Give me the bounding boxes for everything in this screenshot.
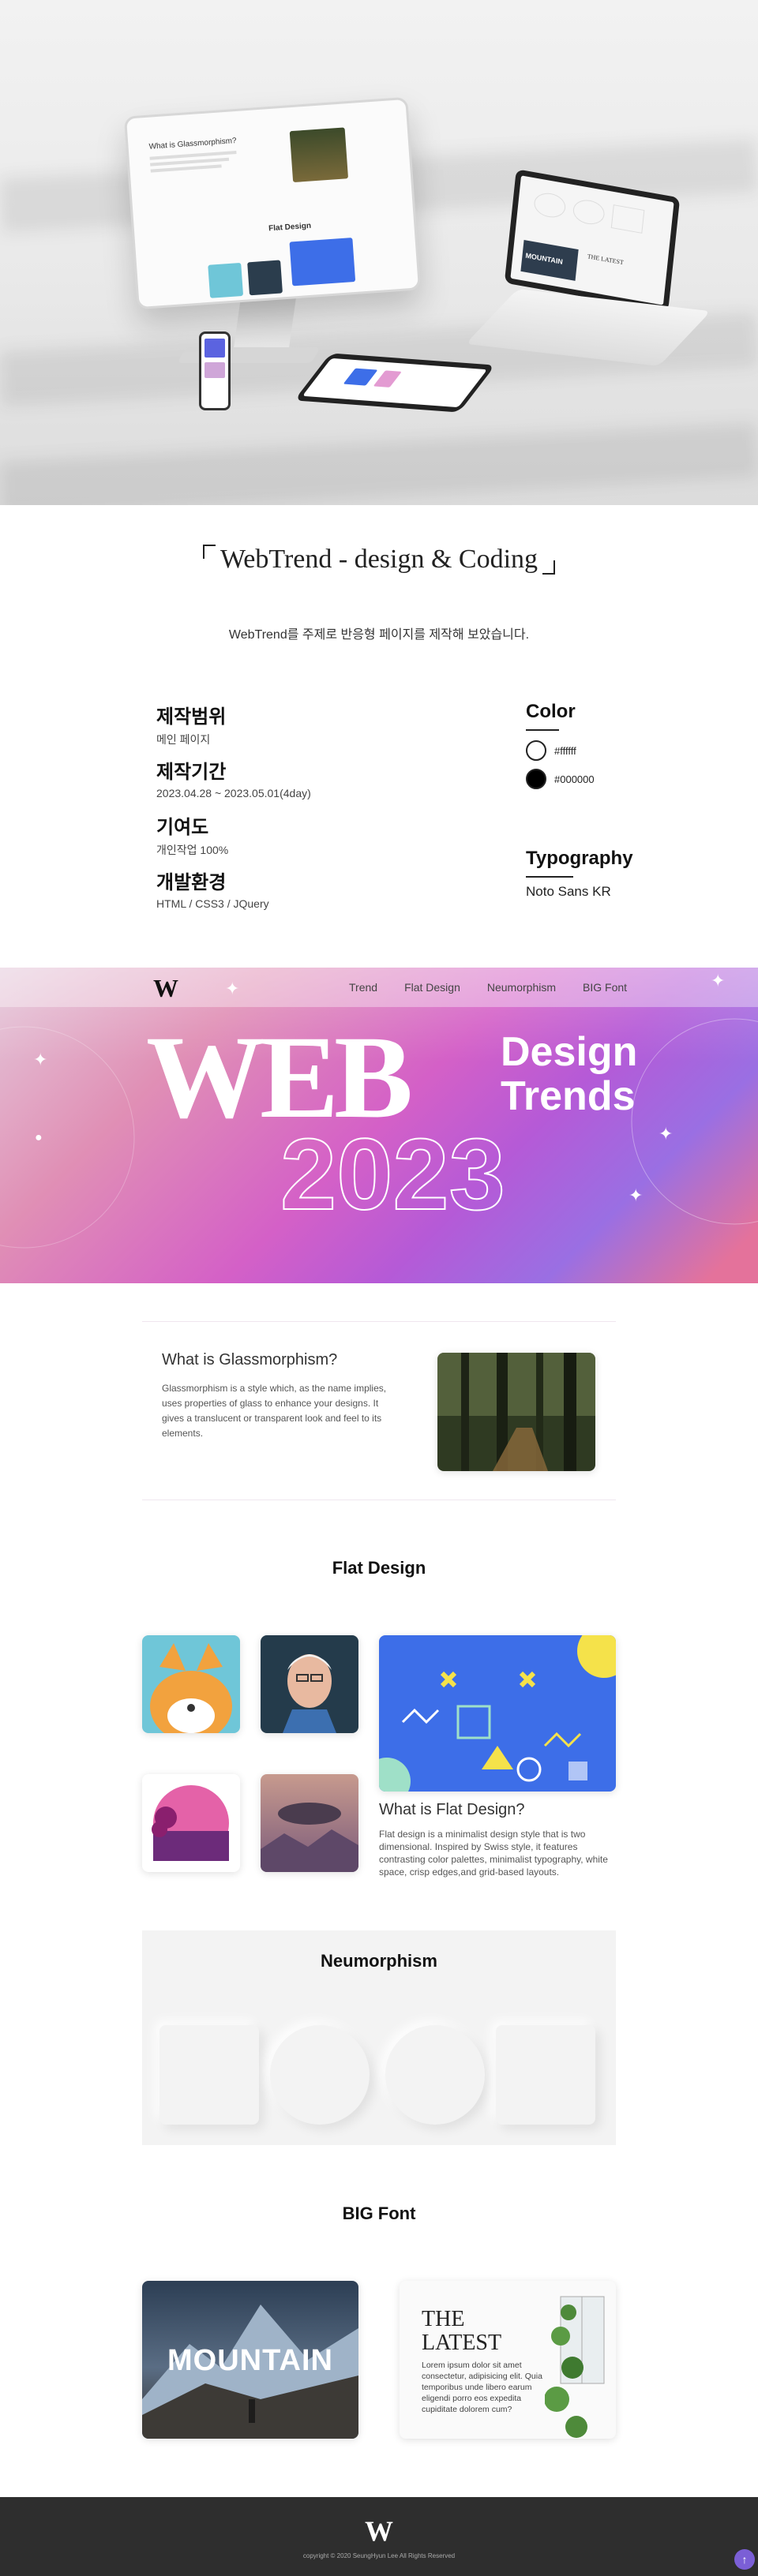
project-title: WebTrend - design & Coding <box>0 545 758 575</box>
footer-logo[interactable]: W <box>0 2514 758 2548</box>
info-env: 개발환경 HTML / CSS3 / JQuery <box>156 867 269 910</box>
sparkle-icon: ✦ <box>225 979 240 998</box>
monitor-mockup: What is Glassmorphism? Flat Design <box>123 96 422 310</box>
contribution-label: 기여도 <box>156 817 209 838</box>
swatch-black: #000000 <box>526 769 595 789</box>
geometric-pattern-image <box>379 1635 616 1792</box>
mountain-text: MOUNTAIN <box>167 2344 333 2377</box>
sparkle-icon: ✦ <box>629 1185 644 1205</box>
hero-design-trends: Design Trends <box>501 1030 637 1118</box>
flat-section-title: Flat Design <box>332 1558 426 1578</box>
hero-trends-word: Trends <box>501 1073 636 1119</box>
phone-mockup <box>199 331 231 410</box>
nav-link-neumorphism[interactable]: Neumorphism <box>487 981 556 994</box>
info-contribution: 기여도 개인작업 100% <box>156 811 228 858</box>
info-scope: 제작범위 메인 페이지 <box>156 701 226 747</box>
site-logo[interactable]: W <box>153 974 178 1003</box>
sparkle-icon: ✦ <box>711 971 726 990</box>
neumorphism-section-title: Neumorphism <box>321 1951 437 1971</box>
color-info: Color #ffffff #000000 <box>526 701 595 789</box>
project-subtitle: WebTrend를 주제로 반응형 페이지를 제작해 보았습니다. <box>228 628 530 642</box>
typography-value: Noto Sans KR <box>526 884 611 899</box>
latest-card: THE LATEST Lorem ipsum dolor sit amet co… <box>400 2281 616 2439</box>
neu-circle-card[interactable] <box>385 2025 485 2125</box>
site-navbar: W Trend Flat Design Neumorphism BIG Font <box>0 968 758 1007</box>
typography-label: Typography <box>526 848 633 869</box>
ivy-window-image <box>545 2296 605 2438</box>
laptop-mountain-text: MOUNTAIN <box>520 239 579 281</box>
sparkle-icon: ✦ <box>33 1050 48 1069</box>
nav-menu: Trend Flat Design Neumorphism BIG Font <box>322 981 627 994</box>
monitor-stand <box>232 296 297 355</box>
monitor-heading: What is Glassmorphism? <box>148 136 237 152</box>
contribution-value: 개인작업 100% <box>156 844 229 856</box>
latest-body: Lorem ipsum dolor sit amet consectetur, … <box>422 2361 542 2414</box>
neu-square-card[interactable] <box>159 2025 259 2125</box>
glass-body: Glassmorphism is a style which, as the n… <box>162 1383 387 1439</box>
color-label: Color <box>526 701 576 722</box>
swatch-white: #ffffff <box>526 740 595 761</box>
laptop-latest-text: THE LATEST <box>587 253 625 267</box>
period-label: 제작기간 <box>156 762 227 783</box>
scroll-top-button[interactable]: ↑ <box>734 2549 755 2570</box>
monitor-section-title: Flat Design <box>268 221 312 234</box>
hero-design-word: Design <box>501 1029 638 1075</box>
typography-info: Typography Noto Sans KR <box>526 848 633 900</box>
bigfont-section-title: BIG Font <box>342 2203 416 2223</box>
sparkle-icon: ✦ <box>659 1124 674 1144</box>
neu-square-card[interactable] <box>496 2025 595 2125</box>
forest-image <box>437 1353 595 1471</box>
airship-image <box>261 1774 358 1872</box>
env-value: HTML / CSS3 / JQuery <box>156 897 269 910</box>
hero-year: 2023 <box>280 1118 506 1231</box>
sparkle-icon: ● <box>35 1131 43 1144</box>
old-man-image <box>261 1635 358 1733</box>
neu-circle-card[interactable] <box>270 2025 370 2125</box>
sunset-trees-image <box>142 1774 240 1872</box>
scope-label: 제작범위 <box>156 706 227 728</box>
site-footer: W copyright © 2020 SeungHyun Lee All Rig… <box>0 2497 758 2576</box>
info-period: 제작기간 2023.04.28 ~ 2023.05.01(4day) <box>156 756 311 799</box>
flat-body: Flat design is a minimalist design style… <box>379 1829 608 1878</box>
nav-link-flat-design[interactable]: Flat Design <box>404 981 460 994</box>
black-swatch-icon <box>526 769 546 789</box>
env-label: 개발환경 <box>156 872 227 893</box>
corgi-image <box>142 1635 240 1733</box>
device-mockup-hero: What is Glassmorphism? Flat Design MOUNT… <box>0 0 758 505</box>
period-value: 2023.04.28 ~ 2023.05.01(4day) <box>156 787 311 799</box>
arrow-up-icon: ↑ <box>741 2553 748 2566</box>
section-divider <box>142 1321 616 1322</box>
latest-title: THE LATEST <box>422 2307 502 2355</box>
scope-value: 메인 페이지 <box>156 733 211 746</box>
mountain-card: MOUNTAIN <box>142 2281 358 2439</box>
nav-link-big-font[interactable]: BIG Font <box>583 981 627 994</box>
glass-title: What is Glassmorphism? <box>162 1351 338 1368</box>
white-swatch-icon <box>526 740 546 761</box>
nav-link-trend[interactable]: Trend <box>349 981 377 994</box>
footer-copyright: copyright © 2020 SeungHyun Lee All Right… <box>302 2552 456 2559</box>
flat-title: What is Flat Design? <box>379 1801 525 1818</box>
